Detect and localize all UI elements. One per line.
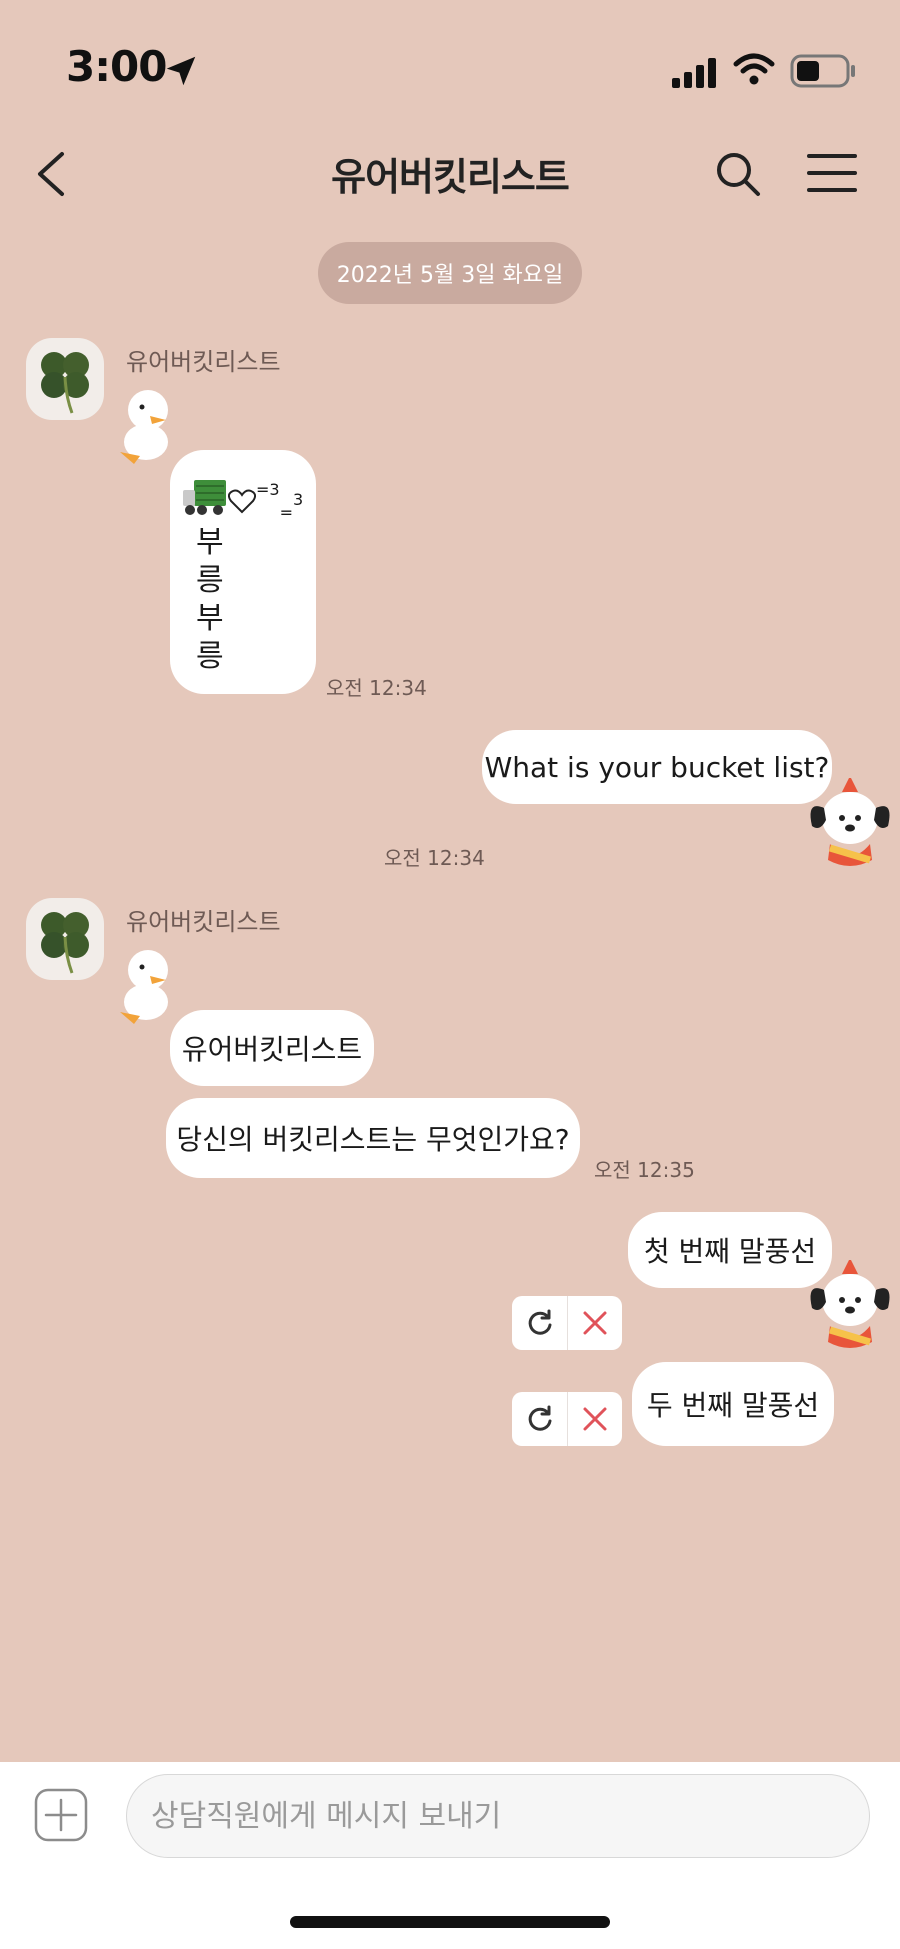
emoticon-text: = (279, 503, 293, 522)
clover-icon (41, 352, 89, 414)
search-icon[interactable] (712, 148, 764, 200)
cellular-signal-icon (672, 58, 716, 88)
status-time: 3:00 (66, 42, 167, 91)
message-time: 오전 12:35 (594, 1158, 695, 1182)
sender-name: 유어버킷리스트 (126, 908, 281, 936)
home-indicator (290, 1916, 610, 1928)
chat-title: 유어버킷리스트 (331, 155, 570, 199)
puppy-sticker-icon (810, 778, 890, 866)
message-time: 오전 12:34 (326, 676, 427, 700)
message-bubble-mine[interactable]: What is your bucket list? (482, 730, 832, 804)
emoticon-text: 3 (293, 490, 304, 509)
delete-button[interactable] (567, 1296, 622, 1350)
truck-icon (183, 480, 226, 515)
clover-icon (41, 912, 89, 974)
failed-message-actions (512, 1296, 622, 1350)
vertical-text: 부 릉 부 릉 (182, 524, 224, 676)
message-bubble-mine[interactable]: 두 번째 말풍선 (632, 1362, 834, 1446)
retry-icon (528, 1309, 551, 1335)
text-line: 부 (196, 601, 224, 636)
text-line: 릉 (196, 563, 224, 598)
message-input[interactable] (126, 1774, 870, 1858)
battery-icon (790, 54, 855, 88)
message-time: 오전 12:34 (384, 846, 485, 870)
wifi-icon (733, 53, 775, 85)
message-bubble[interactable]: 당신의 버킷리스트는 무엇인가요? (166, 1098, 580, 1178)
close-icon (583, 1407, 607, 1431)
avatar[interactable] (26, 338, 104, 420)
hamburger-menu-icon[interactable] (806, 152, 858, 194)
avatar[interactable] (26, 898, 104, 980)
delete-button[interactable] (567, 1392, 622, 1446)
retry-button[interactable] (512, 1296, 567, 1350)
retry-button[interactable] (512, 1392, 567, 1446)
emoticon-text: =3 (256, 480, 280, 499)
text-line: 부 (196, 525, 224, 560)
puppy-sticker-icon (810, 1260, 890, 1348)
back-button[interactable] (30, 148, 74, 200)
failed-message-actions (512, 1392, 622, 1446)
message-bubble-mine[interactable]: 첫 번째 말풍선 (628, 1212, 832, 1288)
retry-icon (528, 1405, 551, 1431)
date-divider: 2022년 5월 3일 화요일 (318, 242, 582, 304)
message-bubble[interactable]: 유어버킷리스트 (170, 1010, 374, 1086)
text-line: 릉 (196, 639, 224, 674)
sender-name: 유어버킷리스트 (126, 348, 281, 376)
location-arrow-icon (166, 56, 196, 86)
duck-sticker-icon (120, 950, 168, 1024)
close-icon (583, 1311, 607, 1335)
message-bubble[interactable]: =3 = 3 부 릉 부 릉 (170, 450, 316, 694)
heart-icon (228, 489, 256, 514)
duck-sticker-icon (120, 390, 168, 464)
plus-icon[interactable] (34, 1788, 88, 1842)
